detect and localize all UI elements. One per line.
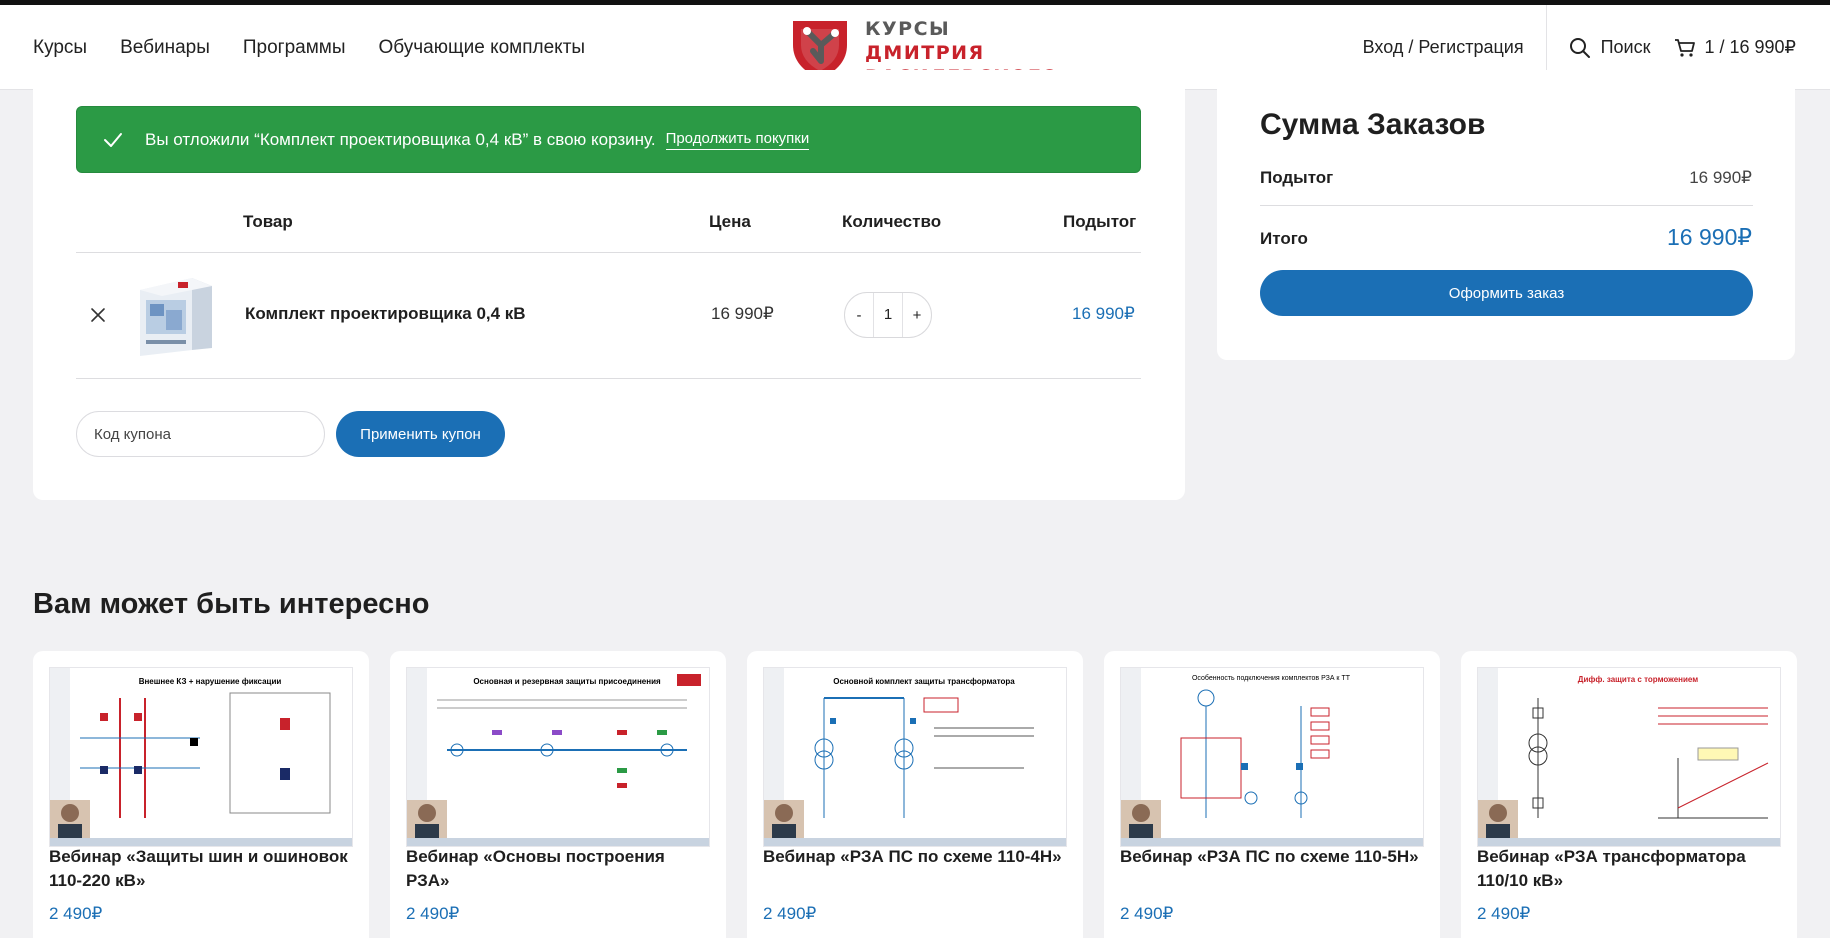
- success-notice: Вы отложили “Комплект проектировщика 0,4…: [76, 106, 1141, 173]
- nav-programs[interactable]: Программы: [243, 37, 346, 59]
- table-header-divider: [76, 252, 1141, 253]
- table-row-divider: [76, 378, 1141, 379]
- product-card-price: 2 490₽: [49, 904, 103, 923]
- cart-summary: 1 / 16 990₽: [1704, 37, 1796, 57]
- webinar-thumbnail[interactable]: Особенность подключения комплектов РЗА к…: [1120, 667, 1424, 847]
- product-name[interactable]: Комплект проектировщика 0,4 кВ: [245, 304, 526, 324]
- slide-title: Основная и резервная защиты присоединени…: [473, 677, 661, 686]
- col-price: Цена: [709, 212, 751, 231]
- product-card-title[interactable]: Вебинар «РЗА трансформатора 110/10 кВ»: [1477, 845, 1777, 893]
- totals-total-label: Итого: [1260, 229, 1308, 248]
- nav-webinars[interactable]: Вебинары: [120, 37, 210, 59]
- logo-line-2: ДМИТРИЯ: [865, 42, 985, 64]
- qty-increase-button[interactable]: +: [903, 307, 931, 324]
- nav-courses[interactable]: Курсы: [33, 37, 87, 59]
- product-subtotal: 16 990₽: [1072, 304, 1135, 323]
- recommended-title: Вам может быть интересно: [33, 588, 430, 620]
- cart-button[interactable]: 1 / 16 990₽: [1674, 37, 1830, 58]
- product-card[interactable]: Основной комплект защиты трансформатора …: [747, 651, 1083, 938]
- totals-title: Сумма Заказов: [1260, 108, 1486, 141]
- check-icon: [104, 132, 122, 147]
- webinar-thumbnail[interactable]: Основная и резервная защиты присоединени…: [406, 667, 710, 847]
- product-card[interactable]: Особенность подключения комплектов РЗА к…: [1104, 651, 1440, 938]
- webinar-thumbnail[interactable]: Внешнее КЗ + нарушение фиксации: [49, 667, 353, 847]
- product-card[interactable]: Внешнее КЗ + нарушение фиксации Вебинар …: [33, 651, 369, 938]
- product-card-title[interactable]: Вебинар «Защиты шин и ошиновок 110-220 к…: [49, 845, 349, 893]
- quantity-stepper: - 1 +: [844, 292, 932, 338]
- webinar-thumbnail[interactable]: Основной комплект защиты трансформатора: [763, 667, 1067, 847]
- totals-divider: [1260, 205, 1753, 206]
- product-card-title[interactable]: Вебинар «РЗА ПС по схеме 110-5Н»: [1120, 845, 1420, 869]
- slide-title: Дифф. защита с торможением: [1578, 675, 1698, 684]
- search-button[interactable]: Поиск: [1547, 37, 1675, 59]
- col-product: Товар: [243, 212, 293, 231]
- continue-shopping-link[interactable]: Продолжить покупки: [665, 130, 810, 150]
- product-card[interactable]: Основная и резервная защиты присоединени…: [390, 651, 726, 938]
- logo-line-1: КУРСЫ: [865, 18, 951, 40]
- product-card-title[interactable]: Вебинар «Основы построения РЗА»: [406, 845, 706, 893]
- product-box-image: [140, 278, 212, 356]
- coupon-input[interactable]: [76, 411, 325, 457]
- slide-title: Особенность подключения комплектов РЗА к…: [1192, 674, 1351, 682]
- search-icon: [1569, 37, 1590, 58]
- close-icon[interactable]: [88, 305, 108, 325]
- qty-decrease-button[interactable]: -: [845, 307, 873, 324]
- totals-subtotal-label: Подытог: [1260, 168, 1334, 187]
- login-link[interactable]: Вход / Регистрация: [1363, 37, 1546, 58]
- product-card[interactable]: Дифф. защита с торможением Вебинар «РЗА …: [1461, 651, 1797, 938]
- product-card-price: 2 490₽: [1477, 904, 1531, 923]
- apply-coupon-button[interactable]: Применить купон: [336, 411, 505, 457]
- notice-text: Вы отложили “Комплект проектировщика 0,4…: [145, 129, 656, 149]
- webinar-thumbnail[interactable]: Дифф. защита с торможением: [1477, 667, 1781, 847]
- product-card-price: 2 490₽: [406, 904, 460, 923]
- totals-total-value: 16 990₽: [1667, 224, 1752, 250]
- cart-icon: [1675, 38, 1696, 57]
- product-card-title[interactable]: Вебинар «РЗА ПС по схеме 110-4Н»: [763, 845, 1063, 869]
- nav-kits[interactable]: Обучающие комплекты: [379, 37, 586, 59]
- product-card-price: 2 490₽: [1120, 904, 1174, 923]
- qty-input[interactable]: 1: [873, 293, 903, 337]
- col-quantity: Количество: [842, 212, 942, 231]
- slide-title: Основной комплект защиты трансформатора: [833, 677, 1015, 686]
- search-label: Поиск: [1600, 37, 1651, 57]
- checkout-button[interactable]: Оформить заказ: [1260, 270, 1753, 316]
- product-card-price: 2 490₽: [763, 904, 817, 923]
- slide-title: Внешнее КЗ + нарушение фиксации: [139, 677, 282, 686]
- col-subtotal: Подытог: [1063, 212, 1137, 231]
- totals-subtotal-value: 16 990₽: [1689, 168, 1752, 187]
- product-price: 16 990₽: [711, 304, 774, 323]
